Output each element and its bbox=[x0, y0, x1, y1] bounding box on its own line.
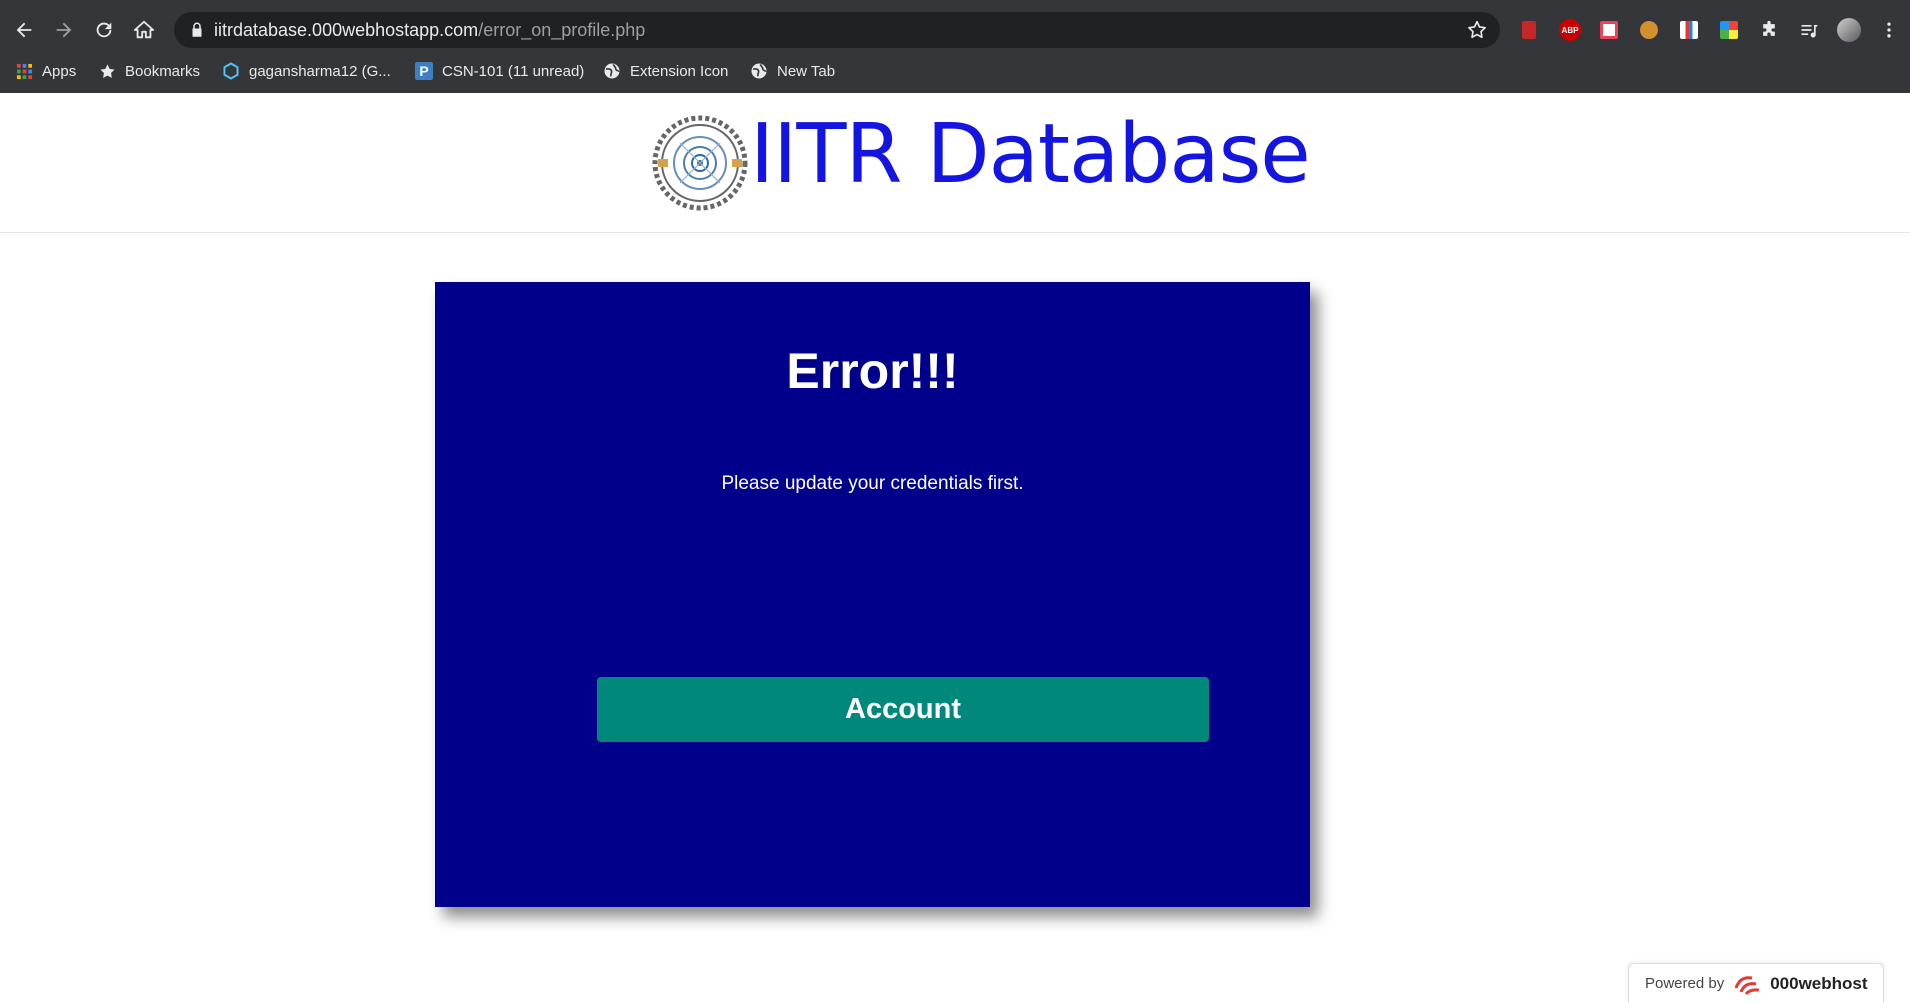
color-palette-extension-icon[interactable] bbox=[1717, 18, 1741, 42]
bookmark-extension-icon[interactable]: Extension Icon bbox=[603, 59, 728, 83]
address-bar[interactable]: iitrdatabase.000webhostapp.com/error_on_… bbox=[174, 12, 1500, 48]
forward-button[interactable] bbox=[49, 15, 79, 45]
webhost-logo-icon bbox=[1734, 975, 1760, 995]
bookmark-csn-101[interactable]: P CSN-101 (11 unread) bbox=[415, 59, 584, 83]
bookmark-label: Apps bbox=[42, 62, 77, 80]
bookmark-label: CSN-101 (11 unread) bbox=[442, 62, 585, 80]
powered-by-badge[interactable]: Powered by 000webhost bbox=[1628, 963, 1884, 1003]
bookmark-label: New Tab bbox=[777, 62, 836, 80]
puzzle-extensions-icon[interactable] bbox=[1757, 18, 1781, 42]
bookmark-bookmarks[interactable]: Bookmarks bbox=[98, 59, 200, 83]
globe-icon bbox=[750, 62, 768, 80]
globe-icon bbox=[603, 62, 621, 80]
site-title: IITR Database bbox=[750, 107, 1311, 202]
back-arrow-icon bbox=[16, 22, 32, 38]
bookmark-star-icon[interactable] bbox=[1466, 19, 1488, 41]
powered-by-label: Powered by bbox=[1645, 975, 1725, 992]
bookmark-label: gagansharma12 (G... bbox=[249, 62, 391, 80]
bookmark-label: Extension Icon bbox=[630, 62, 729, 80]
abp-badge: ABP bbox=[1559, 19, 1581, 41]
url-domain: iitrdatabase.000webhostapp.com bbox=[214, 20, 479, 40]
chart-extension-icon[interactable] bbox=[1677, 18, 1701, 42]
home-button[interactable] bbox=[129, 15, 159, 45]
menu-kebab-icon[interactable] bbox=[1877, 18, 1901, 42]
page-content: IITR Database Error!!! Please update you… bbox=[0, 93, 1910, 1003]
bookmark-new-tab[interactable]: New Tab bbox=[750, 59, 835, 83]
forward-arrow-icon bbox=[56, 22, 72, 38]
browser-chrome: iitrdatabase.000webhostapp.com/error_on_… bbox=[0, 0, 1910, 93]
p-icon: P bbox=[415, 62, 433, 80]
error-card: Error!!! Please update your credentials … bbox=[435, 282, 1310, 907]
browser-toolbar: iitrdatabase.000webhostapp.com/error_on_… bbox=[0, 11, 1910, 50]
bookmark-label: Bookmarks bbox=[125, 62, 201, 80]
media-queue-icon[interactable] bbox=[1797, 18, 1821, 42]
adblock-extension-icon[interactable]: ABP bbox=[1558, 18, 1582, 42]
url-text: iitrdatabase.000webhostapp.com/error_on_… bbox=[214, 20, 645, 41]
reload-icon bbox=[96, 22, 112, 38]
site-header: IITR Database bbox=[0, 93, 1910, 233]
lock-icon bbox=[192, 22, 202, 37]
iitr-emblem-logo bbox=[652, 115, 748, 211]
bookmarks-bar: Apps Bookmarks gagansharma12 (G... P CSN… bbox=[0, 55, 1910, 85]
back-button[interactable] bbox=[9, 15, 39, 45]
bookmark-apps[interactable]: Apps bbox=[15, 59, 76, 83]
profile-avatar[interactable] bbox=[1837, 18, 1861, 42]
error-title: Error!!! bbox=[786, 343, 959, 399]
cookie-extension-icon[interactable] bbox=[1637, 18, 1661, 42]
star-icon bbox=[98, 62, 116, 80]
book-extension-icon[interactable] bbox=[1517, 18, 1541, 42]
webhost-brand: 000webhost bbox=[1770, 973, 1868, 993]
apps-grid-icon bbox=[15, 62, 33, 80]
pocket-extension-icon[interactable] bbox=[1597, 18, 1621, 42]
account-button[interactable]: Account bbox=[597, 677, 1209, 742]
url-path: /error_on_profile.php bbox=[478, 20, 646, 40]
hexagon-icon bbox=[222, 62, 240, 80]
home-icon bbox=[133, 20, 155, 39]
error-message: Please update your credentials first. bbox=[721, 473, 1024, 494]
bookmark-gagansharma12[interactable]: gagansharma12 (G... bbox=[222, 59, 391, 83]
reload-button[interactable] bbox=[89, 15, 119, 45]
